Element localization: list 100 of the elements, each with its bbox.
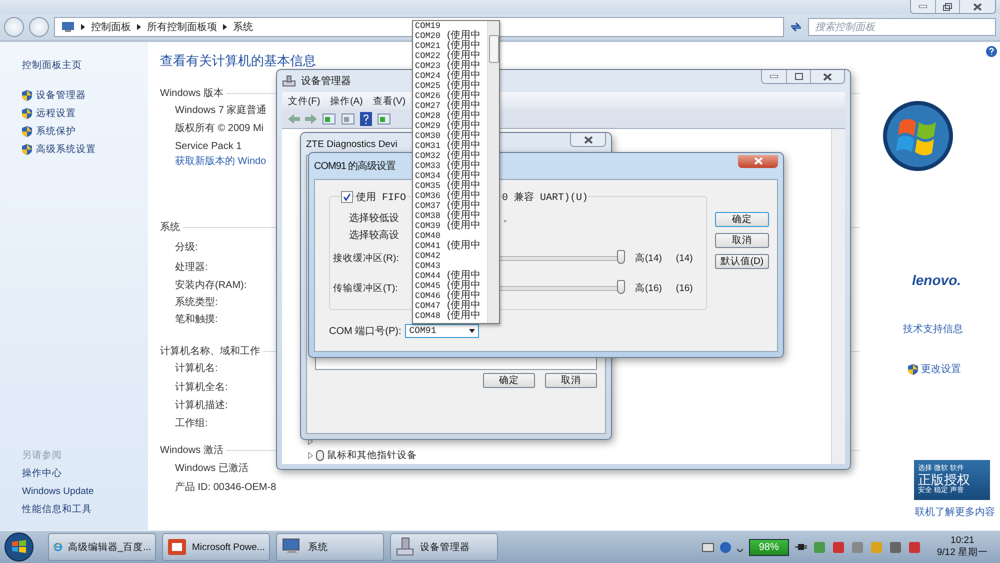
hint-text: 选择较高设 bbox=[349, 228, 399, 242]
section-title: Windows 激活 bbox=[160, 444, 224, 457]
menu-item[interactable]: 操作(A) bbox=[330, 94, 363, 108]
port-name[interactable]: COM30 bbox=[415, 131, 443, 141]
menu-item[interactable]: 查看(V) bbox=[372, 94, 406, 108]
port-name[interactable]: COM47 bbox=[415, 301, 443, 311]
port-name[interactable]: COM33 bbox=[415, 161, 443, 171]
port-name[interactable]: COM26 bbox=[415, 91, 443, 101]
port-name[interactable]: COM29 bbox=[415, 121, 443, 131]
taskbar-button[interactable]: 系统 bbox=[276, 533, 384, 561]
port-status: (使用中 bbox=[447, 91, 480, 101]
port-name[interactable]: COM43 bbox=[415, 261, 443, 271]
port-name[interactable]: COM34 bbox=[415, 171, 443, 181]
clock-date[interactable]: 9/12 星期一 bbox=[936, 546, 988, 559]
link[interactable]: 技术支持信息 bbox=[903, 322, 963, 336]
port-name[interactable]: COM44 bbox=[415, 271, 443, 281]
port-status: (使用中 bbox=[447, 301, 480, 311]
port-name[interactable]: COM28 bbox=[415, 111, 443, 121]
refresh-icon[interactable] bbox=[789, 21, 803, 33]
port-name[interactable]: COM36 bbox=[415, 191, 443, 201]
sidebar-link[interactable]: 控制面板主页 bbox=[22, 56, 148, 74]
shield-icon bbox=[22, 108, 32, 118]
shield-icon bbox=[22, 126, 32, 136]
breadcrumb-item[interactable]: 控制面板 bbox=[91, 20, 131, 34]
chevron-icon bbox=[81, 24, 85, 30]
port-name[interactable]: COM38 bbox=[415, 211, 443, 221]
link[interactable]: 联机了解更多内容 bbox=[915, 505, 995, 519]
slider-thumb[interactable] bbox=[617, 280, 625, 294]
port-label: COM 端口号(P): bbox=[329, 324, 402, 338]
close-icon bbox=[973, 2, 982, 10]
sidebar-link[interactable]: 高级系统设置 bbox=[22, 140, 148, 158]
port-name[interactable]: COM37 bbox=[415, 201, 443, 211]
sidebar-link[interactable]: 系统保护 bbox=[22, 122, 148, 140]
taskbar-button[interactable]: Microsoft Powe... bbox=[162, 533, 270, 561]
scrollbar[interactable] bbox=[831, 129, 845, 464]
forward-button[interactable] bbox=[29, 17, 49, 37]
scroll-thumb[interactable] bbox=[488, 35, 498, 63]
scrollbar[interactable] bbox=[487, 21, 499, 323]
dialog-button[interactable]: 确定 bbox=[715, 212, 769, 227]
page-heading: 查看有关计算机的基本信息 bbox=[160, 52, 316, 70]
sidebar-link[interactable]: 远程设置 bbox=[22, 104, 148, 122]
dialog-button[interactable]: 取消 bbox=[545, 373, 597, 388]
port-name[interactable]: COM39 bbox=[415, 221, 443, 231]
search-field[interactable]: 搜索控制面板 bbox=[808, 18, 996, 36]
breadcrumb-item[interactable]: 所有控制面板项 bbox=[147, 20, 217, 34]
port-name[interactable]: COM42 bbox=[415, 251, 443, 261]
menu-item[interactable]: 文件(F) bbox=[288, 94, 320, 108]
back-arrow-icon[interactable] bbox=[288, 114, 300, 124]
close-button[interactable] bbox=[738, 154, 778, 168]
port-status: (使用中 bbox=[447, 51, 480, 61]
port-name[interactable]: COM41 bbox=[415, 241, 443, 251]
info-text: 计算机描述: bbox=[175, 398, 228, 413]
back-button[interactable] bbox=[4, 17, 24, 37]
port-name[interactable]: COM24 bbox=[415, 71, 443, 81]
port-name[interactable]: COM31 bbox=[415, 141, 443, 151]
port-name[interactable]: COM25 bbox=[415, 81, 443, 91]
hint-text: 选择较低设 bbox=[349, 212, 399, 224]
port-status: (使用中 bbox=[447, 171, 480, 181]
port-name[interactable]: COM40 bbox=[415, 231, 443, 241]
port-name[interactable]: COM21 bbox=[415, 41, 443, 51]
port-name[interactable]: COM46 bbox=[415, 291, 443, 301]
port-name[interactable]: COM19 bbox=[415, 21, 443, 31]
port-list[interactable] bbox=[412, 20, 500, 324]
tree-item[interactable]: 鼠标和其他指针设备 bbox=[327, 448, 417, 462]
port-name[interactable]: COM45 bbox=[415, 281, 443, 291]
slider-thumb[interactable] bbox=[617, 250, 625, 264]
port-name[interactable]: COM35 bbox=[415, 181, 443, 191]
slider-setting: 高(16) bbox=[635, 282, 662, 294]
slider-label: 传输缓冲区(T): bbox=[333, 282, 398, 294]
caret-icon bbox=[469, 329, 476, 333]
forward-arrow-icon[interactable] bbox=[305, 114, 317, 124]
port-name[interactable]: COM27 bbox=[415, 101, 443, 111]
taskbar-button[interactable]: 设备管理器 bbox=[390, 533, 498, 561]
port-dropdown[interactable]: COM91 bbox=[405, 324, 480, 338]
dialog-button[interactable]: 默认值(D) bbox=[715, 254, 769, 269]
panel-icon[interactable] bbox=[377, 113, 391, 125]
windows-logo-drawing bbox=[882, 100, 954, 172]
properties-icon[interactable] bbox=[341, 113, 355, 125]
dialog-button[interactable]: 取消 bbox=[715, 233, 769, 248]
fifo-checkbox[interactable] bbox=[341, 191, 353, 203]
port-name[interactable]: COM22 bbox=[415, 51, 443, 61]
port-status: (使用中 bbox=[447, 221, 480, 231]
sidebar-link[interactable]: Windows Update bbox=[22, 482, 148, 500]
close-icon bbox=[823, 72, 832, 80]
clock-time[interactable]: 10:21 bbox=[950, 535, 974, 546]
dialog-button[interactable]: 确定 bbox=[483, 373, 535, 388]
sidebar-link[interactable]: 设备管理器 bbox=[22, 86, 148, 104]
panel-icon[interactable] bbox=[322, 113, 336, 125]
sidebar-link[interactable]: 性能信息和工具 bbox=[22, 500, 148, 518]
port-name[interactable]: COM48 bbox=[415, 311, 443, 321]
slider-reading: (16) bbox=[676, 282, 693, 294]
breadcrumb-item[interactable]: 系统 bbox=[233, 20, 253, 34]
plug-icon[interactable] bbox=[794, 542, 807, 552]
sidebar-link[interactable]: 操作中心 bbox=[22, 464, 148, 482]
taskbar-button[interactable]: 高级编辑器_百度... bbox=[48, 533, 156, 561]
link[interactable]: 更改设置 bbox=[908, 362, 961, 376]
link[interactable]: 获取新版本的 Windo bbox=[175, 156, 266, 168]
port-name[interactable]: COM23 bbox=[415, 61, 443, 71]
start-button[interactable] bbox=[4, 532, 34, 562]
port-name[interactable]: COM32 bbox=[415, 151, 443, 161]
